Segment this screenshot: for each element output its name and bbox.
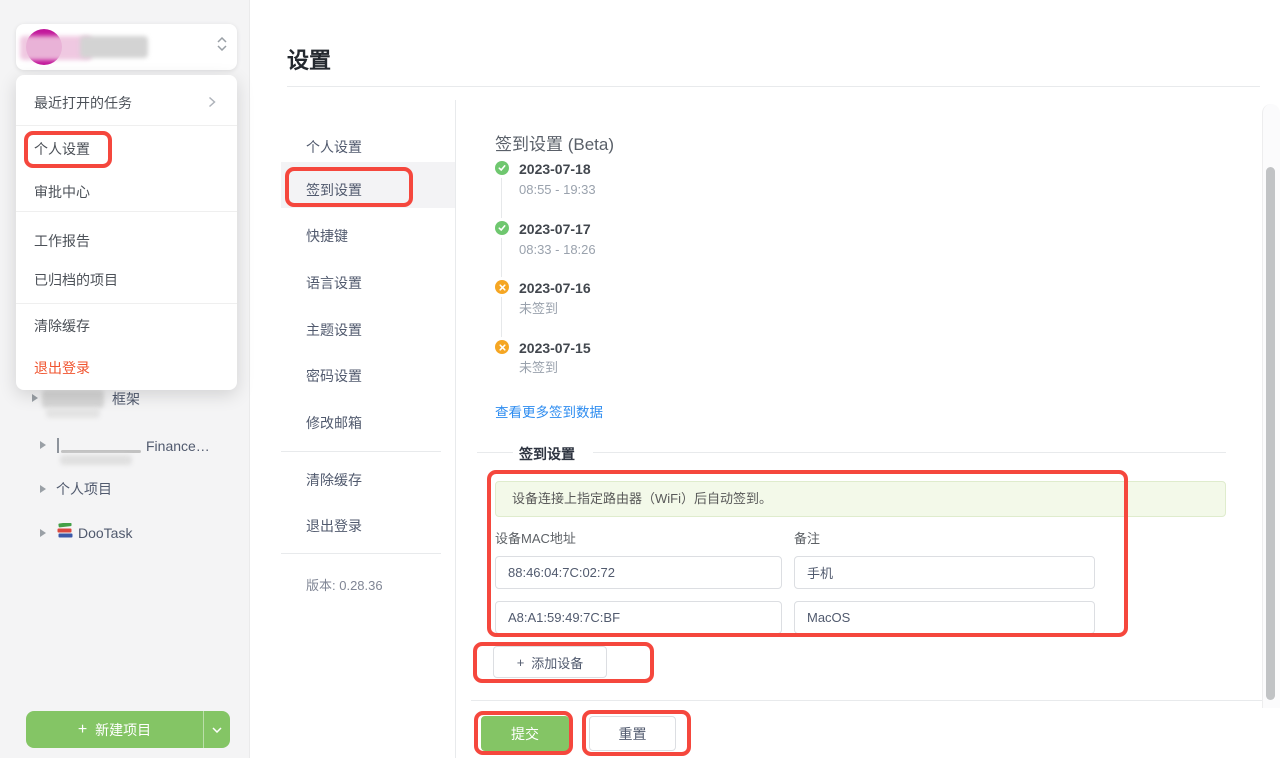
checkin-time: 08:55 - 19:33 (519, 182, 596, 197)
mac-address-input-2[interactable] (495, 601, 782, 634)
redacted-text (60, 455, 132, 465)
page-title: 设置 (287, 48, 331, 74)
reset-button[interactable]: 重置 (589, 716, 676, 751)
note-label: 备注 (794, 528, 820, 547)
project-label: 个人项目 (56, 481, 112, 497)
checkin-status: 未签到 (519, 360, 558, 375)
new-project-button[interactable]: + 新建项目 (26, 711, 230, 748)
version-text: 版本: 0.28.36 (306, 575, 383, 594)
divider (281, 451, 441, 452)
mac-address-input-1[interactable] (495, 556, 782, 589)
sidebar: 框架 Finance… 个人项目 (0, 0, 250, 758)
timeline-line (501, 172, 502, 348)
new-project-label: 新建项目 (95, 720, 151, 740)
menu-item-clear-cache[interactable]: 清除缓存 (34, 318, 90, 334)
check-circle-icon (495, 161, 509, 175)
form-section-title: 签到设置 (519, 444, 575, 464)
note-input-1[interactable] (794, 556, 1095, 589)
x-circle-icon (495, 280, 509, 294)
redacted-text (57, 438, 59, 453)
divider (477, 452, 513, 453)
settings-nav-item-personal[interactable]: 个人设置 (306, 139, 362, 155)
checkin-date: 2023-07-15 (519, 341, 591, 356)
checkin-heading: 签到设置 (Beta) (495, 135, 614, 155)
plus-icon: + (78, 722, 87, 738)
checkin-date: 2023-07-16 (519, 281, 591, 296)
settings-nav-item-shortcuts[interactable]: 快捷键 (306, 228, 348, 244)
divider (16, 125, 237, 126)
checkin-time: 08:33 - 18:26 (519, 242, 596, 257)
redacted-text (61, 450, 141, 453)
menu-item-logout[interactable]: 退出登录 (34, 360, 90, 376)
menu-item-work-report[interactable]: 工作报告 (34, 233, 90, 249)
user-menu-trigger[interactable] (16, 24, 237, 70)
divider (593, 452, 1226, 453)
project-label: Finance… (146, 438, 210, 454)
books-icon (56, 523, 74, 544)
add-device-label: 添加设备 (531, 653, 583, 672)
checkin-status: 未签到 (519, 301, 558, 316)
menu-item-approval-center[interactable]: 审批中心 (34, 184, 90, 200)
wifi-checkin-notice: 设备连接上指定路由器（WiFi）后自动签到。 (495, 481, 1226, 517)
divider (455, 100, 456, 758)
chevron-right-icon (208, 95, 216, 113)
checkin-date: 2023-07-18 (519, 162, 591, 177)
expand-arrow-icon[interactable] (40, 485, 46, 493)
settings-nav-item-language[interactable]: 语言设置 (306, 275, 362, 291)
mac-address-label: 设备MAC地址 (495, 528, 576, 547)
settings-nav-item-email[interactable]: 修改邮箱 (306, 415, 362, 431)
user-dropdown-menu: 最近打开的任务 个人设置 审批中心 工作报告 已归档的项目 清除缓存 退出登录 (16, 75, 237, 390)
app-root: 框架 Finance… 个人项目 (0, 0, 1280, 758)
divider (471, 700, 1262, 701)
redacted-text (46, 408, 100, 418)
menu-item-personal-settings[interactable]: 个人设置 (34, 141, 90, 157)
redacted-text (42, 390, 104, 408)
menu-item-archived-projects[interactable]: 已归档的项目 (34, 272, 118, 288)
check-circle-icon (495, 221, 509, 235)
settings-nav-item-theme[interactable]: 主题设置 (306, 322, 362, 338)
expand-arrow-icon[interactable] (40, 441, 46, 449)
add-device-button[interactable]: + 添加设备 (493, 646, 607, 678)
divider (16, 303, 237, 304)
project-label: DooTask (78, 525, 132, 541)
redacted-username (80, 36, 148, 58)
divider (16, 211, 237, 212)
more-checkin-data-link[interactable]: 查看更多签到数据 (495, 401, 603, 421)
menu-item-recent-tasks[interactable]: 最近打开的任务 (34, 95, 132, 111)
expand-arrow-icon[interactable] (32, 394, 38, 402)
chevron-down-icon[interactable] (204, 727, 230, 733)
divider (287, 86, 1260, 87)
x-circle-icon (495, 340, 509, 354)
project-label: 框架 (112, 391, 140, 407)
checkin-date: 2023-07-17 (519, 222, 591, 237)
note-input-2[interactable] (794, 601, 1095, 634)
settings-nav-item-password[interactable]: 密码设置 (306, 368, 362, 384)
scrollbar-thumb[interactable] (1266, 167, 1275, 700)
settings-nav-item-checkin[interactable]: 签到设置 (306, 182, 362, 198)
settings-nav-item-clear-cache[interactable]: 清除缓存 (306, 472, 362, 488)
submit-button[interactable]: 提交 (481, 716, 569, 751)
chevron-updown-icon (217, 37, 227, 51)
plus-icon: + (517, 655, 525, 670)
settings-nav-item-logout[interactable]: 退出登录 (306, 518, 362, 534)
expand-arrow-icon[interactable] (40, 529, 46, 537)
divider (281, 553, 441, 554)
